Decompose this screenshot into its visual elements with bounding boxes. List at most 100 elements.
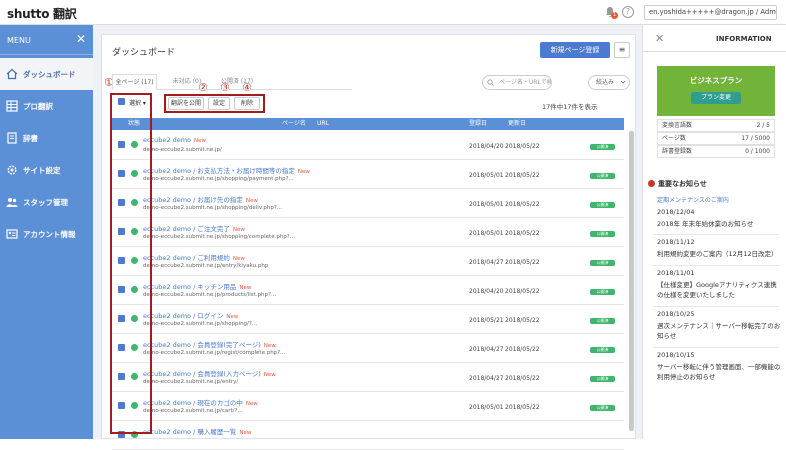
row-title-link[interactable]: eccube2 demo / お届け先の指定 New <box>143 194 258 204</box>
new-badge: New <box>226 314 239 320</box>
table-header: 状態 ページ名 URL 登録日 更新日 <box>112 118 624 130</box>
sidebar-item-label: サイト設定 <box>23 166 61 175</box>
row-registered-date: 2018/04/27 <box>469 259 504 266</box>
sidebar-item-dictionary[interactable]: 辞書 <box>0 122 93 154</box>
row-title-link[interactable]: eccube2 demo / ログイン New <box>143 310 238 320</box>
col-registered[interactable]: 登録日 <box>469 118 487 130</box>
sidebar-item-dashboard[interactable]: ダッシュボード <box>0 58 93 90</box>
plan-card: ビジネスプラン プラン変更 <box>657 66 775 116</box>
app-logo[interactable]: shutto 翻訳 <box>7 5 77 22</box>
news-item-link[interactable]: 【仕様変更】Googleアナリティクス連携の仕様を変更いたしました <box>657 280 781 300</box>
new-badge: New <box>263 372 276 378</box>
table-row[interactable]: eccube2 demo / お届け先の指定 New demo-eccube2.su… <box>112 189 624 218</box>
stat-pages: ページ数 17 / 5000 <box>657 132 775 145</box>
row-url: demo-eccube2.submit.ne.jp/shopping/deliv… <box>143 205 283 211</box>
new-page-button[interactable]: 新規ページ登録 <box>540 42 610 58</box>
menu-label: MENU <box>7 36 31 45</box>
sidebar-item-account[interactable]: アカウント情報 <box>0 218 93 250</box>
published-badge: 公開済 <box>590 289 615 295</box>
row-updated-date: 2018/05/22 <box>505 259 540 266</box>
maintenance-link[interactable]: 定期メンテナンスのご案内 <box>657 195 729 204</box>
row-registered-date: 2018/04/20 <box>469 288 504 295</box>
row-updated-date: 2018/05/22 <box>505 143 540 150</box>
row-url: demo-eccube2.submit.ne.jp/ <box>143 147 222 153</box>
row-title-link[interactable]: eccube2 demo / 現在のカゴの中 New <box>143 397 258 407</box>
table-row[interactable]: eccube2 demo / お支払方法・お届け時間等の指定 New demo-ec… <box>112 160 624 189</box>
page-title: ダッシュボード <box>112 48 176 58</box>
news-item-link[interactable]: サーバー移転に伴う管理画面、一部機能の利用停止のお知らせ <box>657 362 781 382</box>
search-input[interactable]: ページ名・URLで検索 <box>482 75 552 90</box>
published-badge: 公開済 <box>590 173 615 179</box>
published-badge: 公開済 <box>590 202 615 208</box>
row-registered-date: 2018/05/01 <box>469 201 504 208</box>
table-row[interactable]: eccube2 demo New demo-eccube2.submit.ne.jp… <box>112 131 624 160</box>
published-badge: 公開済 <box>590 260 615 266</box>
tab-published[interactable]: 公開済 (17) <box>217 74 257 90</box>
news-item-link[interactable]: 利用規約変更のご案内（12月12日改定） <box>657 249 781 259</box>
news-date: 2018/10/25 <box>657 310 695 318</box>
sidebar-item-pro-translation[interactable]: プロ翻訳 <box>0 90 93 122</box>
row-title-link[interactable]: eccube2 demo / ご利用規約 New <box>143 252 245 262</box>
change-plan-button[interactable]: プラン変更 <box>691 92 741 104</box>
row-title-link[interactable]: eccube2 demo / 会員登録(完了ページ) New <box>143 339 276 349</box>
id-card-icon <box>6 229 18 239</box>
menu-button[interactable]: ≡ <box>614 42 630 58</box>
close-icon[interactable]: ✕ <box>655 33 664 44</box>
dashboard-card: ダッシュボード 新規ページ登録 ≡ ① ② ③ ④ 全ページ (17) 未対応 … <box>101 34 636 450</box>
new-badge: New <box>232 227 245 233</box>
table-row[interactable]: eccube2 demo / ログイン New demo-eccube2.submi… <box>112 305 624 334</box>
table-row[interactable]: eccube2 demo / 会員登録(完了ページ) New demo-eccube… <box>112 334 624 363</box>
table-row[interactable]: eccube2 demo / ご注文完了 New demo-eccube2.subm… <box>112 218 624 247</box>
sidebar-item-site-settings[interactable]: サイト設定 <box>0 154 93 186</box>
row-title-link[interactable]: eccube2 demo / 会員登録(入力ページ) New <box>143 368 276 378</box>
news-item-link[interactable]: 週次メンテナンス｜サーバー移転完了のお知らせ <box>657 321 781 341</box>
row-title-link[interactable]: eccube2 demo New <box>143 136 206 144</box>
news-heading: 重要なお知らせ <box>658 180 707 188</box>
table-row[interactable]: eccube2 demo / 購入履歴一覧 New <box>112 421 624 450</box>
row-title-link[interactable]: eccube2 demo / お支払方法・お届け時間等の指定 New <box>143 165 310 175</box>
published-badge: 公開済 <box>590 231 615 237</box>
row-registered-date: 2018/04/27 <box>469 346 504 353</box>
row-url: demo-eccube2.submit.ne.jp/entry/ <box>143 379 239 385</box>
top-bar: shutto 翻訳 1 ? en.yoshida+++++@dragon.jp … <box>0 0 786 25</box>
row-updated-date: 2018/05/22 <box>505 230 540 237</box>
close-icon[interactable]: ✕ <box>76 33 86 45</box>
help-icon[interactable]: ? <box>622 6 634 18</box>
published-badge: 公開済 <box>590 405 615 411</box>
col-url[interactable]: URL <box>317 118 329 130</box>
row-registered-date: 2018/05/01 <box>469 404 504 411</box>
annotation-highlight-checkboxes <box>110 93 152 434</box>
sidebar-item-staff[interactable]: スタッフ管理 <box>0 186 93 218</box>
row-updated-date: 2018/05/22 <box>505 317 540 324</box>
tab-all[interactable]: 全ページ (17) <box>112 74 157 90</box>
new-badge: New <box>245 198 258 204</box>
row-registered-date: 2018/05/01 <box>469 230 504 237</box>
tab-unhandled[interactable]: 未対応 (0) <box>167 74 207 90</box>
table-row[interactable]: eccube2 demo / 会員登録(入力ページ) New demo-eccube… <box>112 363 624 392</box>
row-url: demo-eccube2.submit.ne.jp/entry/kiyaku.p… <box>143 263 269 269</box>
row-updated-date: 2018/05/22 <box>505 288 540 295</box>
col-page-name[interactable]: ページ名 <box>282 118 306 130</box>
new-badge: New <box>232 256 245 262</box>
published-badge: 公開済 <box>590 144 615 150</box>
table-row[interactable]: eccube2 demo / キッチン用品 New demo-eccube2.sub… <box>112 276 624 305</box>
row-updated-date: 2018/05/22 <box>505 172 540 179</box>
row-title-link[interactable]: eccube2 demo / キッチン用品 New <box>143 281 251 291</box>
grid-icon <box>6 100 18 112</box>
sidebar: MENU ✕ ダッシュボード プロ翻訳 辞書 サイト設定 スタッフ管理 アカウン… <box>0 25 93 439</box>
row-url: demo-eccube2.submit.ne.jp/cart/?... <box>143 408 243 414</box>
row-title-link[interactable]: eccube2 demo / 購入履歴一覧 New <box>143 426 251 436</box>
sidebar-item-label: スタッフ管理 <box>23 198 68 207</box>
table-row[interactable]: eccube2 demo / 現在のカゴの中 New demo-eccube2.su… <box>112 392 624 421</box>
info-title: INFORMATION <box>716 35 772 43</box>
user-account-select[interactable]: en.yoshida+++++@dragon.jp / Admin ⌄ <box>644 5 777 20</box>
scrollbar-thumb[interactable] <box>629 131 634 431</box>
col-updated[interactable]: 更新日 <box>508 118 526 130</box>
news-date: 2018/10/15 <box>657 351 695 359</box>
row-title-link[interactable]: eccube2 demo / ご注文完了 New <box>143 223 245 233</box>
row-url: demo-eccube2.submit.ne.jp/shopping/compl… <box>143 234 295 240</box>
table-row[interactable]: eccube2 demo / ご利用規約 New demo-eccube2.subm… <box>112 247 624 276</box>
news-item-link[interactable]: 2018年 年末年始休業のお知らせ <box>657 219 781 229</box>
divider <box>643 51 786 52</box>
new-badge: New <box>297 169 310 175</box>
